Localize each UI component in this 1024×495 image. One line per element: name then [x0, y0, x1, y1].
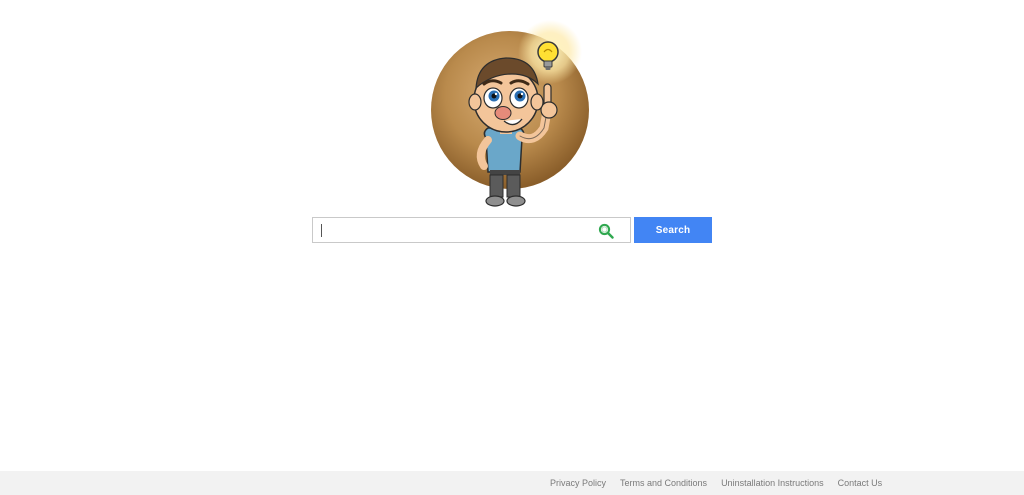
footer-links: Privacy Policy Terms and Conditions Unin…: [550, 471, 882, 495]
contact-us-link[interactable]: Contact Us: [838, 478, 883, 488]
uninstallation-instructions-link[interactable]: Uninstallation Instructions: [721, 478, 824, 488]
search-box[interactable]: [312, 217, 631, 243]
footer: Privacy Policy Terms and Conditions Unin…: [0, 471, 1024, 495]
text-cursor: [321, 224, 322, 237]
privacy-policy-link[interactable]: Privacy Policy: [550, 478, 606, 488]
search-form: Search: [312, 217, 712, 243]
cartoon-man-lightbulb-logo: [431, 20, 589, 207]
terms-and-conditions-link[interactable]: Terms and Conditions: [620, 478, 707, 488]
search-input[interactable]: [319, 220, 589, 240]
page: Search Privacy Policy Terms and Conditio…: [0, 0, 1024, 495]
search-button[interactable]: Search: [634, 217, 712, 243]
search-icon[interactable]: [598, 223, 614, 239]
